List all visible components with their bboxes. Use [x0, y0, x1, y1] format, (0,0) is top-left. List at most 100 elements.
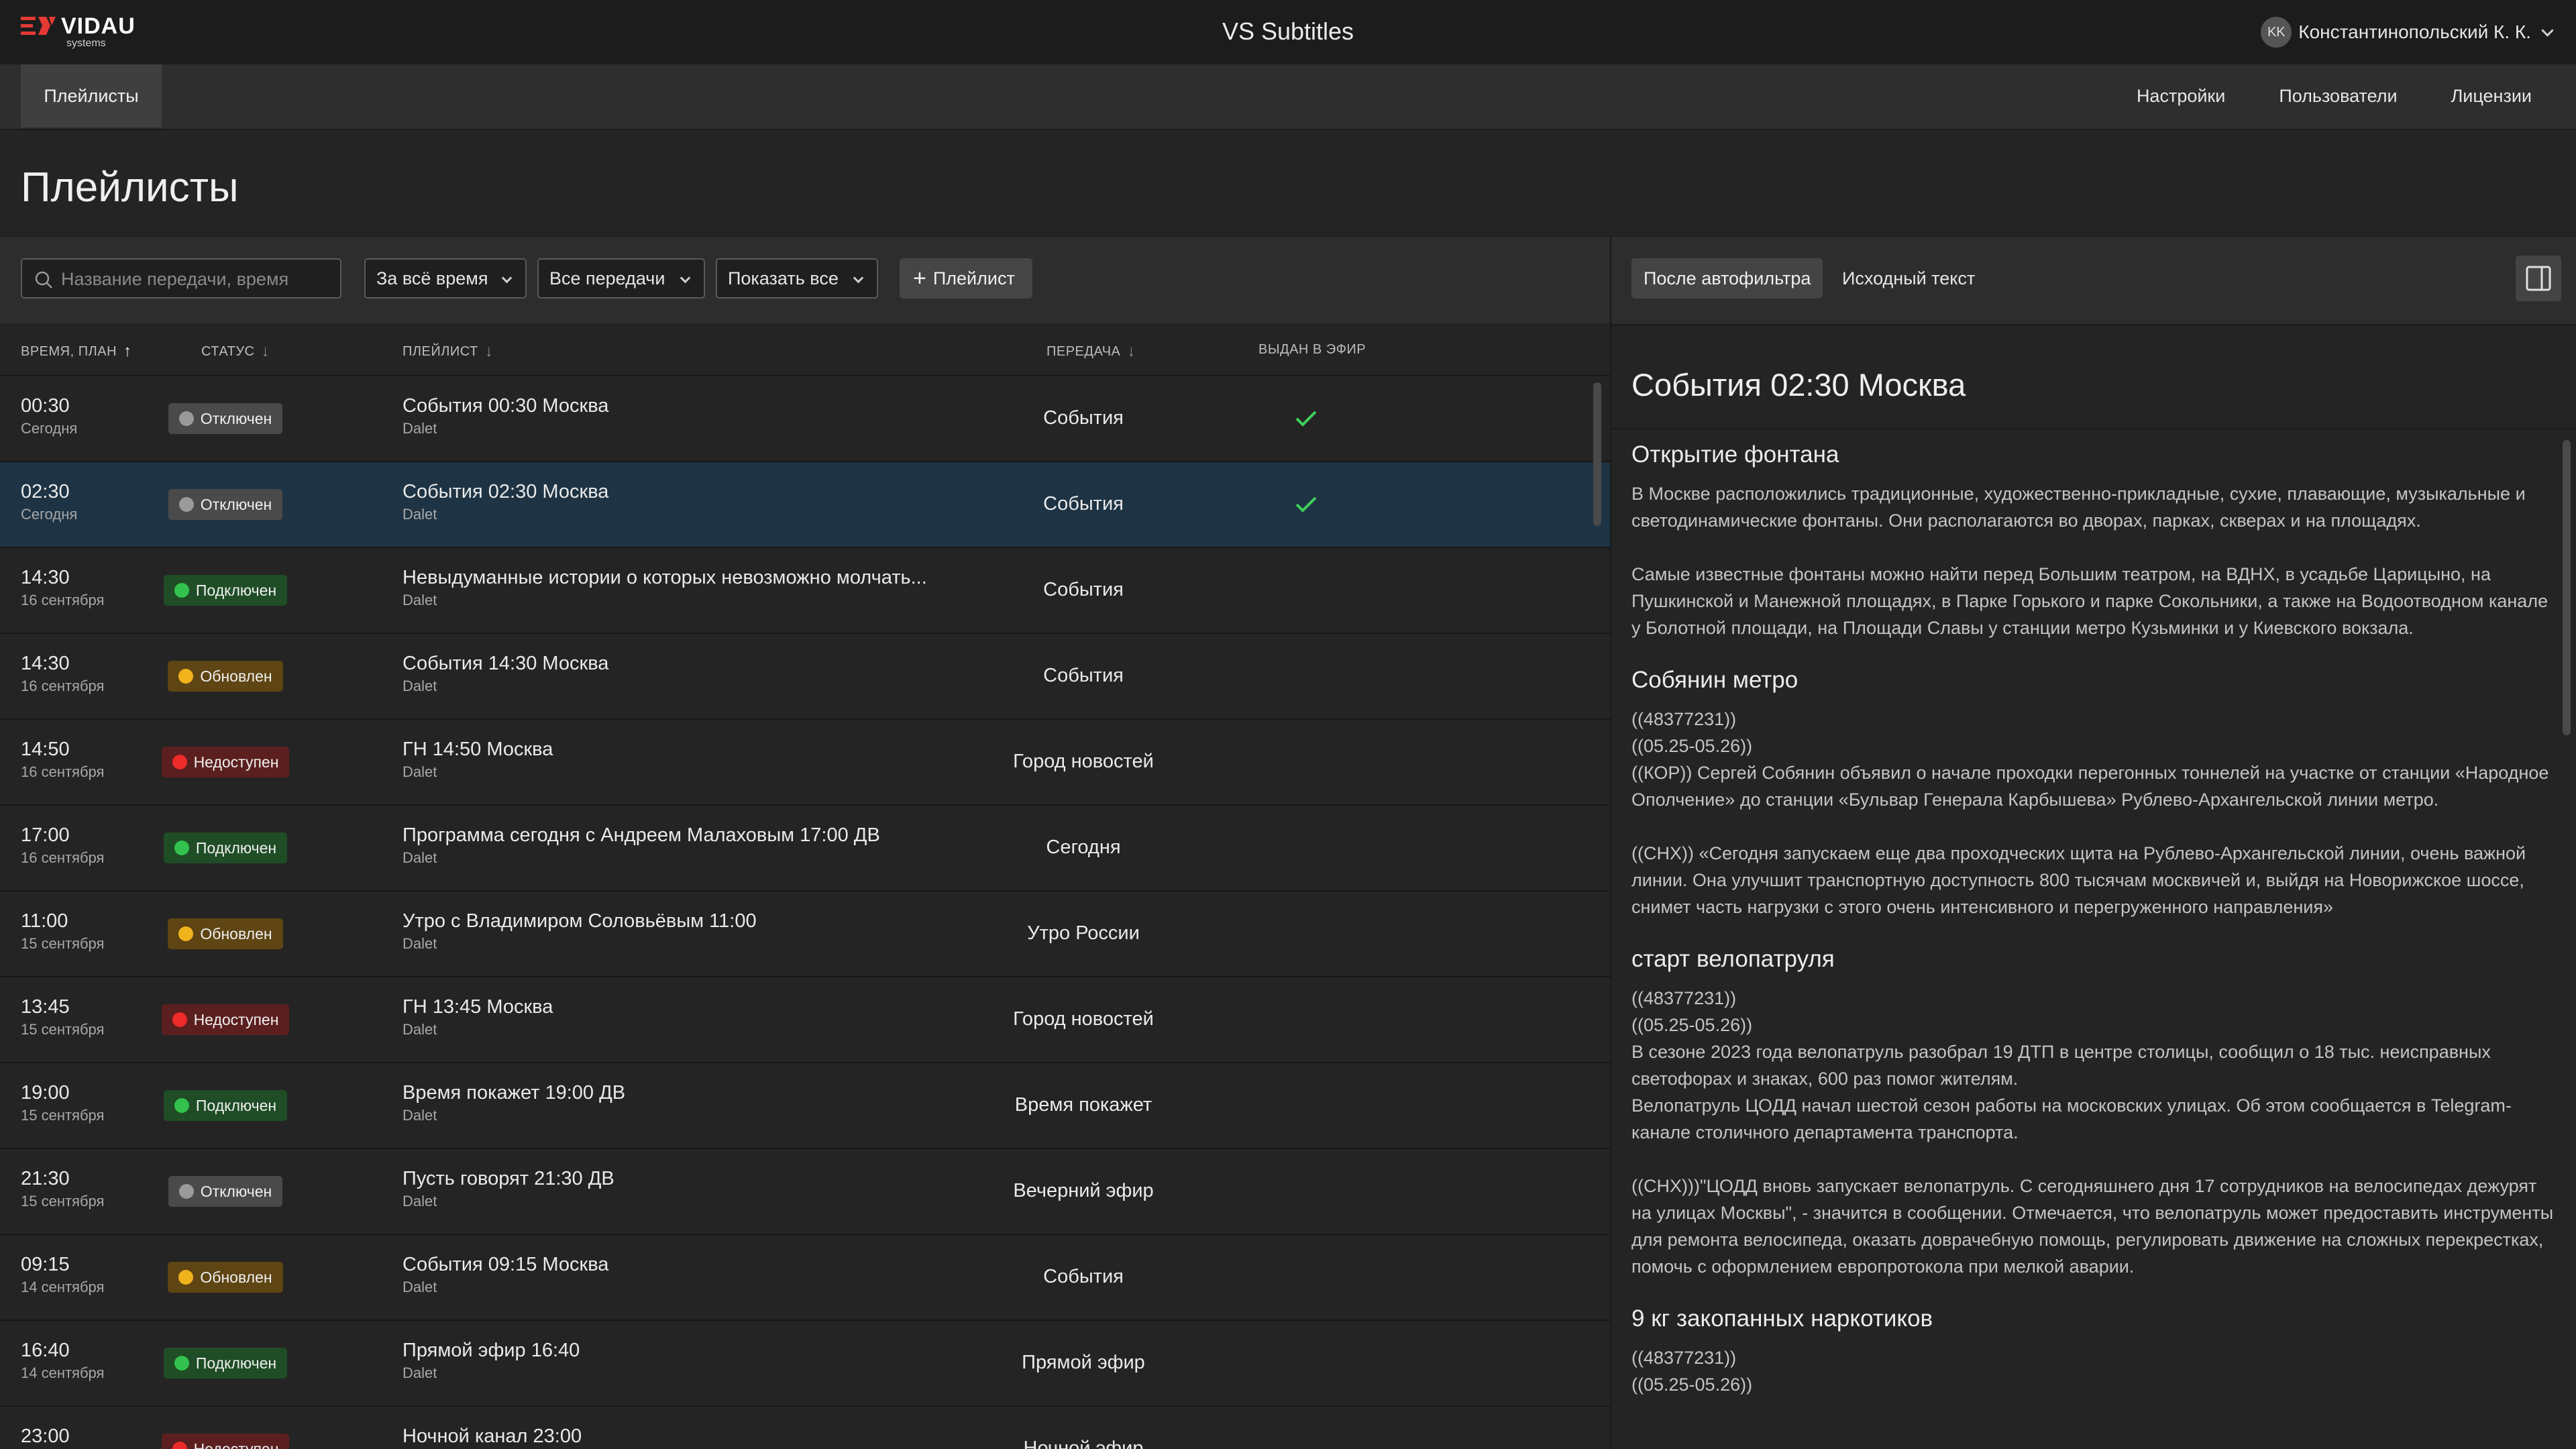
playlist-name: Утро с Владимиром Соловьёвым 11:00 — [402, 910, 757, 932]
nav-links: Настройки Пользователи Лицензии — [2083, 64, 2532, 127]
sort-up-icon: ↑ — [123, 342, 132, 360]
plus-icon: + — [913, 265, 926, 291]
playlist-cell: События 14:30 Москва Dalet — [402, 653, 1006, 695]
time-value: 00:30 — [21, 395, 70, 417]
story-paragraph: ((05.25-05.26)) — [1631, 1015, 1753, 1035]
column-header-aired[interactable]: ВЫДАН В ЭФИР — [1258, 342, 1366, 358]
status-dot-icon — [172, 1012, 187, 1027]
status-text: Отключен — [200, 1182, 272, 1200]
nav-link-settings[interactable]: Настройки — [2137, 86, 2225, 107]
logo-subtitle: systems — [66, 38, 106, 49]
status-dot-icon — [178, 411, 194, 426]
story-block: старт велопатруля ((48377231)) ((05.25-05.… — [1631, 946, 2557, 1280]
tab-after-autofilter[interactable]: После автофильтра — [1631, 258, 1823, 299]
date-value: 16 сентября — [21, 849, 105, 866]
status-cell: Подключен — [142, 1348, 309, 1379]
time-cell: 14:30 16 сентября — [21, 653, 104, 695]
status-dot-icon — [172, 1442, 187, 1449]
status-cell: Недоступен — [142, 747, 309, 777]
column-header-time[interactable]: ВРЕМЯ, ПЛАН ↑ — [21, 342, 132, 361]
chevron-down-icon — [680, 272, 691, 284]
shows-dropdown-value: Все передачи — [549, 268, 665, 288]
show-name: Вечерний эфир — [1013, 1180, 1154, 1201]
status-cell: Недоступен — [142, 1004, 309, 1035]
user-menu[interactable]: KK Константинопольский К. К. — [2261, 16, 2554, 48]
status-text: Недоступен — [193, 1440, 279, 1449]
user-name: Константинопольский К. К. — [2298, 21, 2531, 42]
status-badge: Недоступен — [161, 1434, 290, 1449]
playlist-name: Пусть говорят 21:30 ДВ — [402, 1168, 614, 1189]
status-text: Подключен — [195, 581, 277, 599]
table-row[interactable]: 02:30 Сегодня Отключен События 02:30 Мос… — [0, 462, 1610, 548]
show-name: События — [1043, 1266, 1124, 1287]
table-row[interactable]: 14:50 16 сентября Недоступен ГН 14:50 Мо… — [0, 720, 1610, 806]
chevron-down-icon — [853, 272, 864, 284]
table-row[interactable]: 00:30 Сегодня Отключен События 00:30 Мос… — [0, 376, 1610, 462]
status-cell: Недоступен — [142, 1434, 309, 1449]
logo[interactable]: VIDAU systems — [21, 13, 142, 51]
status-badge: Обновлен — [168, 661, 283, 692]
time-cell: 23:00 14 сентября — [21, 1426, 104, 1449]
shows-dropdown[interactable]: Все передачи — [537, 258, 705, 299]
nav-link-licenses[interactable]: Лицензии — [2451, 86, 2532, 107]
date-value: Сегодня — [21, 420, 78, 437]
table-row[interactable]: 17:00 16 сентября Подключен Программа се… — [0, 806, 1610, 892]
date-value: 15 сентября — [21, 1193, 105, 1210]
table-row[interactable]: 11:00 15 сентября Обновлен Утро с Владим… — [0, 892, 1610, 977]
status-cell: Обновлен — [142, 661, 309, 692]
playlist-name: События 02:30 Москва — [402, 481, 609, 502]
status-text: Подключен — [195, 839, 277, 857]
nav-tab-playlists[interactable]: Плейлисты — [21, 64, 162, 127]
column-header-status[interactable]: СТАТУС ↓ — [201, 342, 270, 361]
date-value: 16 сентября — [21, 763, 105, 780]
table-row[interactable]: 09:15 14 сентября Обновлен События 09:15… — [0, 1235, 1610, 1321]
show-filter-dropdown[interactable]: Показать все — [716, 258, 878, 299]
table-row[interactable]: 13:45 15 сентября Недоступен ГН 13:45 Мо… — [0, 977, 1610, 1063]
table-row[interactable]: 19:00 15 сентября Подключен Время покаже… — [0, 1063, 1610, 1149]
main-nav: Плейлисты Настройки Пользователи Лицензи… — [0, 64, 2576, 130]
show-name: Город новостей — [1013, 1008, 1154, 1030]
time-cell: 17:00 16 сентября — [21, 824, 104, 867]
table-row[interactable]: 21:30 15 сентября Отключен Пусть говорят… — [0, 1149, 1610, 1235]
status-badge: Подключен — [163, 1348, 288, 1379]
table-row[interactable]: 23:00 14 сентября Недоступен Ночной кана… — [0, 1407, 1610, 1449]
time-cell: 14:50 16 сентября — [21, 739, 104, 781]
table-row[interactable]: 14:30 16 сентября Подключен Невыдуманные… — [0, 548, 1610, 634]
status-cell: Отключен — [142, 403, 309, 434]
time-cell: 21:30 15 сентября — [21, 1168, 104, 1210]
story-paragraph: Велопатруль ЦОДД начал шестой сезон рабо… — [1631, 1095, 2512, 1142]
tab-source-text[interactable]: Исходный текст — [1842, 258, 1975, 299]
playlist-source: Dalet — [402, 1021, 437, 1038]
checkmark-icon — [1295, 411, 1317, 427]
add-playlist-button[interactable]: + Плейлист — [900, 258, 1032, 299]
column-header-show[interactable]: ПЕРЕДАЧА ↓ — [1046, 342, 1136, 361]
column-header-playlist[interactable]: ПЛЕЙЛИСТ ↓ — [402, 342, 493, 361]
table-scrollbar[interactable] — [1593, 382, 1601, 526]
table-header: ВРЕМЯ, ПЛАН ↑ СТАТУС ↓ ПЛЕЙЛИСТ ↓ ПЕРЕДА… — [0, 323, 1610, 376]
show-name: Город новостей — [1013, 751, 1154, 772]
playlist-cell: Время покажет 19:00 ДВ Dalet — [402, 1082, 1006, 1124]
preview-title: События 02:30 Москва — [1631, 367, 1966, 402]
playlist-cell: Программа сегодня с Андреем Малаховым 17… — [402, 824, 1006, 867]
period-dropdown[interactable]: За всё время — [364, 258, 527, 299]
playlist-source: Dalet — [402, 678, 437, 694]
playlist-source: Dalet — [402, 1364, 437, 1381]
table-row[interactable]: 14:30 16 сентября Обновлен События 14:30… — [0, 634, 1610, 720]
aired-cell — [1295, 409, 1318, 432]
story-paragraph: ((48377231)) — [1631, 709, 1737, 729]
story-heading: Собянин метро — [1631, 667, 1799, 693]
search-input[interactable] — [60, 260, 331, 299]
time-cell: 02:30 Сегодня — [21, 481, 77, 523]
time-cell: 16:40 14 сентября — [21, 1340, 104, 1382]
preview-scrollbar[interactable] — [2563, 440, 2571, 735]
time-cell: 00:30 Сегодня — [21, 395, 77, 437]
story-heading: 9 кг закопанных наркотиков — [1631, 1305, 1933, 1332]
playlist-name: Программа сегодня с Андреем Малаховым 17… — [402, 824, 880, 846]
time-value: 17:00 — [21, 824, 70, 846]
table-row[interactable]: 16:40 14 сентября Подключен Прямой эфир … — [0, 1321, 1610, 1407]
search-icon — [35, 271, 52, 288]
toggle-panel-button[interactable] — [2516, 256, 2561, 301]
sidebar-panel-icon — [2526, 266, 2551, 291]
nav-link-users[interactable]: Пользователи — [2279, 86, 2397, 107]
date-value: 15 сентября — [21, 1107, 105, 1124]
